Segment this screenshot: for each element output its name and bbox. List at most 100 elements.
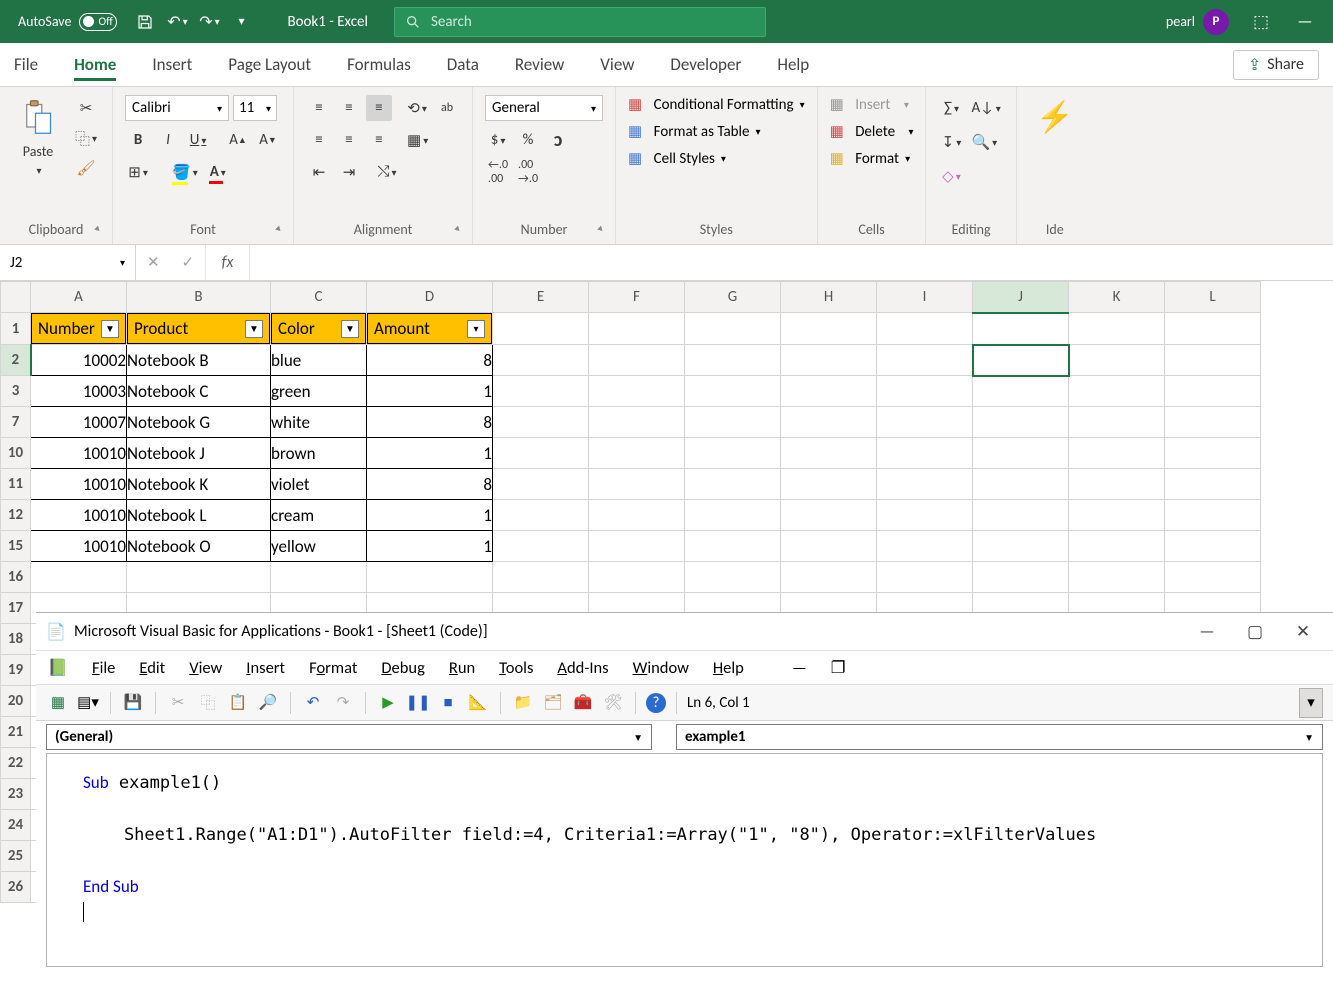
vba-tb-overflow-icon[interactable]: ▾	[1299, 688, 1323, 718]
cell[interactable]	[493, 500, 589, 531]
filter-icon[interactable]: ▼	[245, 320, 263, 338]
align-left-button[interactable]: ≡	[306, 127, 332, 153]
vba-design-icon[interactable]: 📐	[466, 691, 490, 715]
col-header-A[interactable]: A	[31, 282, 127, 313]
vba-menu-run[interactable]: Run	[449, 658, 475, 678]
col-header-H[interactable]: H	[781, 282, 877, 313]
cell[interactable]	[589, 438, 685, 469]
increase-indent-button[interactable]: ⇥	[336, 159, 362, 185]
row-header-20[interactable]: 20	[1, 686, 31, 717]
cell[interactable]: Notebook L	[127, 500, 271, 531]
col-header-C[interactable]: C	[271, 282, 367, 313]
cell[interactable]	[685, 469, 781, 500]
cell[interactable]	[1165, 562, 1261, 593]
vba-code-editor[interactable]: Sub example1() Sheet1.Range("A1:D1").Aut…	[46, 753, 1323, 967]
fx-icon[interactable]: fx	[206, 245, 250, 280]
row-header-25[interactable]: 25	[1, 841, 31, 872]
table-header-product[interactable]: Product▼	[127, 313, 270, 344]
cell[interactable]: Notebook J	[127, 438, 271, 469]
align-top-button[interactable]: ≡	[306, 95, 332, 121]
decrease-indent-button[interactable]: ⇤	[306, 159, 332, 185]
toggle-switch[interactable]: Off	[79, 13, 117, 31]
tab-developer[interactable]: Developer	[670, 48, 741, 81]
row-header-17[interactable]: 17	[1, 593, 31, 624]
cell[interactable]	[1069, 313, 1165, 345]
row-header-24[interactable]: 24	[1, 810, 31, 841]
increase-font-button[interactable]: A▲	[225, 127, 251, 153]
bold-button[interactable]: B	[125, 127, 151, 153]
cell[interactable]: 10010	[31, 531, 127, 562]
row-header-23[interactable]: 23	[1, 779, 31, 810]
search-input[interactable]: Search	[394, 7, 766, 37]
cell-styles-button[interactable]: ▦ Cell Styles▾	[628, 149, 726, 168]
row-header-18[interactable]: 18	[1, 624, 31, 655]
cell[interactable]	[973, 562, 1069, 593]
cell[interactable]	[685, 313, 781, 345]
cell[interactable]	[1165, 469, 1261, 500]
vba-titlebar[interactable]: 📄 Microsoft Visual Basic for Application…	[36, 613, 1333, 651]
autosave-toggle[interactable]: AutoSave Off	[8, 13, 127, 31]
cell[interactable]	[781, 376, 877, 407]
tab-insert[interactable]: Insert	[152, 48, 192, 81]
decrease-font-button[interactable]: A▼	[255, 127, 281, 153]
row-header-21[interactable]: 21	[1, 717, 31, 748]
cell[interactable]	[781, 531, 877, 562]
cell[interactable]	[685, 531, 781, 562]
cell[interactable]	[1165, 438, 1261, 469]
vba-menu-view[interactable]: View	[189, 658, 222, 678]
cell[interactable]: 8	[367, 407, 493, 438]
percent-button[interactable]: %	[515, 127, 541, 153]
cell[interactable]	[685, 500, 781, 531]
cell[interactable]	[1069, 438, 1165, 469]
cell[interactable]	[781, 438, 877, 469]
cell[interactable]	[589, 345, 685, 376]
cell[interactable]	[877, 345, 973, 376]
cell[interactable]	[127, 562, 271, 593]
sort-filter-button[interactable]: A↓▾	[968, 95, 1003, 121]
vba-redo-icon[interactable]: ↷	[331, 691, 355, 715]
cell[interactable]	[1069, 407, 1165, 438]
delete-cells-button[interactable]: ▦ Delete ▾	[830, 122, 914, 141]
cell[interactable]: 10007	[31, 407, 127, 438]
row-header-11[interactable]: 11	[1, 469, 31, 500]
vba-paste-icon[interactable]: 📋	[226, 691, 250, 715]
row-header-26[interactable]: 26	[1, 872, 31, 903]
cell[interactable]	[1069, 562, 1165, 593]
table-header-number[interactable]: Number▼	[31, 313, 126, 344]
currency-button[interactable]: $▾	[485, 127, 511, 153]
format-painter-button[interactable]: 🖌	[72, 155, 100, 181]
format-as-table-button[interactable]: ▦ Format as Table▾	[628, 122, 760, 141]
cell[interactable]: 1	[367, 500, 493, 531]
cell[interactable]: 1	[367, 438, 493, 469]
cell[interactable]	[973, 469, 1069, 500]
cancel-formula-icon[interactable]: ✕	[147, 253, 160, 272]
cell[interactable]	[493, 407, 589, 438]
cell[interactable]	[1165, 376, 1261, 407]
tab-page-layout[interactable]: Page Layout	[228, 48, 311, 81]
cell[interactable]: Notebook K	[127, 469, 271, 500]
cell[interactable]: yellow	[271, 531, 367, 562]
cell[interactable]	[973, 313, 1069, 345]
filter-icon[interactable]: ▼	[341, 320, 359, 338]
col-header-I[interactable]: I	[877, 282, 973, 313]
cell[interactable]	[589, 376, 685, 407]
vba-toolbox-icon[interactable]: 🛠	[601, 691, 625, 715]
italic-button[interactable]: I	[155, 127, 181, 153]
font-size-select[interactable]: 11▾	[233, 95, 277, 121]
cell[interactable]	[973, 376, 1069, 407]
cell[interactable]	[271, 562, 367, 593]
cell[interactable]	[493, 438, 589, 469]
cell[interactable]	[685, 562, 781, 593]
tab-formulas[interactable]: Formulas	[347, 48, 411, 81]
format-cells-button[interactable]: ▦ Format▾	[830, 149, 911, 168]
undo-icon[interactable]: ↶▾	[163, 8, 191, 36]
cell[interactable]	[31, 562, 127, 593]
cell[interactable]: green	[271, 376, 367, 407]
cell[interactable]	[589, 407, 685, 438]
cell[interactable]	[589, 531, 685, 562]
tab-data[interactable]: Data	[447, 48, 479, 81]
cell[interactable]	[877, 500, 973, 531]
cell[interactable]: 10010	[31, 438, 127, 469]
vba-close-icon[interactable]: ✕	[1283, 621, 1323, 642]
row-header-2[interactable]: 2	[1, 345, 31, 376]
